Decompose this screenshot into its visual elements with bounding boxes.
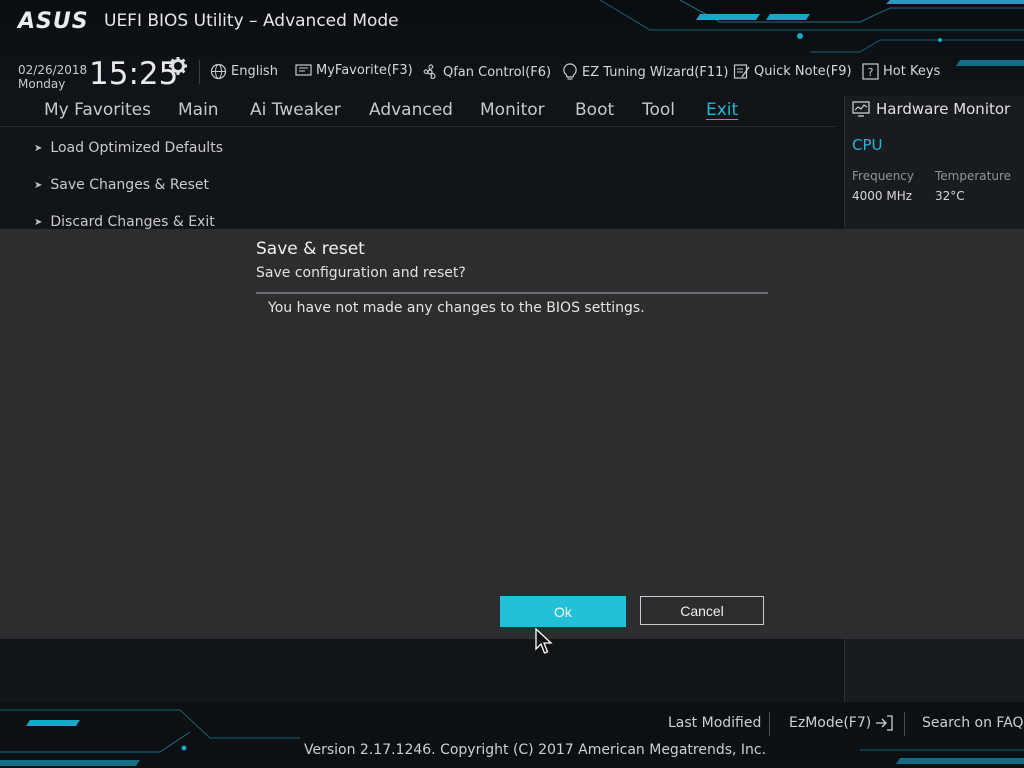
app-title: UEFI BIOS Utility – Advanced Mode bbox=[104, 11, 399, 31]
load-optimized-defaults-item[interactable]: ➤ Load Optimized Defaults bbox=[34, 140, 223, 156]
footer-separator bbox=[769, 712, 770, 736]
menu-item-label: Save Changes & Reset bbox=[50, 177, 210, 193]
ez-tuning-label: EZ Tuning Wizard(F11) bbox=[582, 64, 729, 80]
exit-arrow-icon bbox=[876, 715, 893, 731]
language-button[interactable]: English bbox=[210, 63, 278, 80]
tab-exit[interactable]: Exit bbox=[706, 100, 738, 120]
asus-logo: ASUS bbox=[18, 9, 89, 34]
tab-tool[interactable]: Tool bbox=[642, 100, 675, 120]
frequency-label: Frequency bbox=[852, 169, 914, 183]
search-faq-button[interactable]: Search on FAQ bbox=[922, 715, 1024, 731]
globe-icon bbox=[210, 63, 227, 80]
ez-tuning-wizard-button[interactable]: EZ Tuning Wizard(F11) bbox=[562, 63, 728, 81]
quick-note-label: Quick Note(F9) bbox=[754, 64, 852, 79]
temperature-label: Temperature bbox=[935, 169, 1012, 183]
footer-separator bbox=[904, 712, 905, 736]
tab-advanced[interactable]: Advanced bbox=[369, 100, 453, 120]
chevron-right-icon: ➤ bbox=[34, 142, 43, 154]
toolbar-separator bbox=[199, 60, 200, 84]
copyright-text: Version 2.17.1246. Copyright (C) 2017 Am… bbox=[304, 742, 767, 758]
lightbulb-icon bbox=[563, 63, 577, 80]
menu-item-label: Discard Changes & Exit bbox=[50, 214, 215, 230]
qfan-control-button[interactable]: Qfan Control(F6) bbox=[421, 63, 551, 81]
chevron-right-icon: ➤ bbox=[34, 216, 43, 228]
ok-button[interactable]: Ok bbox=[500, 596, 626, 627]
svg-text:?: ? bbox=[868, 66, 874, 79]
cpu-section-title: CPU bbox=[852, 136, 883, 154]
save-changes-reset-item[interactable]: ➤ Save Changes & Reset bbox=[34, 177, 209, 193]
main-tab-bar: My Favorites Main Ai Tweaker Advanced Mo… bbox=[0, 93, 836, 125]
monitor-chart-icon bbox=[852, 101, 870, 117]
search-faq-label: Search on FAQ bbox=[922, 715, 1024, 731]
qfan-label: Qfan Control(F6) bbox=[443, 64, 552, 80]
monitor-icon bbox=[295, 64, 312, 76]
ezmode-label: EzMode(F7) bbox=[789, 715, 872, 731]
dialog-message: You have not made any changes to the BIO… bbox=[268, 300, 645, 316]
tab-boot[interactable]: Boot bbox=[575, 100, 614, 120]
question-icon: ? bbox=[862, 63, 879, 80]
dialog-subtitle: Save configuration and reset? bbox=[256, 265, 466, 281]
weekday-display: Monday bbox=[18, 77, 66, 91]
fan-icon bbox=[423, 64, 436, 79]
note-icon bbox=[733, 64, 750, 79]
clock-display: 15:25 bbox=[89, 56, 179, 92]
menu-item-label: Load Optimized Defaults bbox=[50, 140, 223, 156]
myfavorite-button[interactable]: MyFavorite(F3) bbox=[295, 63, 413, 78]
date-display: 02/26/2018 bbox=[18, 63, 88, 77]
hot-keys-button[interactable]: ? Hot Keys bbox=[862, 63, 940, 80]
circuit-decoration-bottom bbox=[0, 709, 1024, 766]
ezmode-button[interactable]: EzMode(F7) bbox=[789, 715, 893, 731]
tab-main[interactable]: Main bbox=[178, 100, 219, 120]
discard-changes-exit-item[interactable]: ➤ Discard Changes & Exit bbox=[34, 214, 215, 230]
language-label: English bbox=[231, 64, 278, 79]
temperature-value: 32°C bbox=[935, 189, 965, 203]
chevron-right-icon: ➤ bbox=[34, 179, 43, 191]
last-modified-button[interactable]: Last Modified bbox=[668, 715, 761, 731]
hardware-monitor-label: Hardware Monitor bbox=[876, 100, 1011, 118]
frequency-value: 4000 MHz bbox=[852, 189, 913, 203]
tab-my-favorites[interactable]: My Favorites bbox=[44, 100, 151, 120]
last-modified-label: Last Modified bbox=[668, 715, 762, 731]
myfavorite-label: MyFavorite(F3) bbox=[316, 63, 413, 78]
quick-note-button[interactable]: Quick Note(F9) bbox=[733, 63, 852, 80]
dialog-divider bbox=[256, 292, 768, 294]
gear-icon[interactable] bbox=[168, 56, 188, 76]
cancel-button[interactable]: Cancel bbox=[640, 596, 764, 625]
mouse-cursor-icon bbox=[535, 628, 553, 654]
dialog-title: Save & reset bbox=[256, 239, 365, 259]
hardware-monitor-title: Hardware Monitor bbox=[852, 100, 1010, 118]
tab-monitor[interactable]: Monitor bbox=[480, 100, 545, 120]
tab-ai-tweaker[interactable]: Ai Tweaker bbox=[250, 100, 341, 120]
save-reset-dialog bbox=[0, 229, 1024, 639]
hot-keys-label: Hot Keys bbox=[883, 64, 941, 79]
